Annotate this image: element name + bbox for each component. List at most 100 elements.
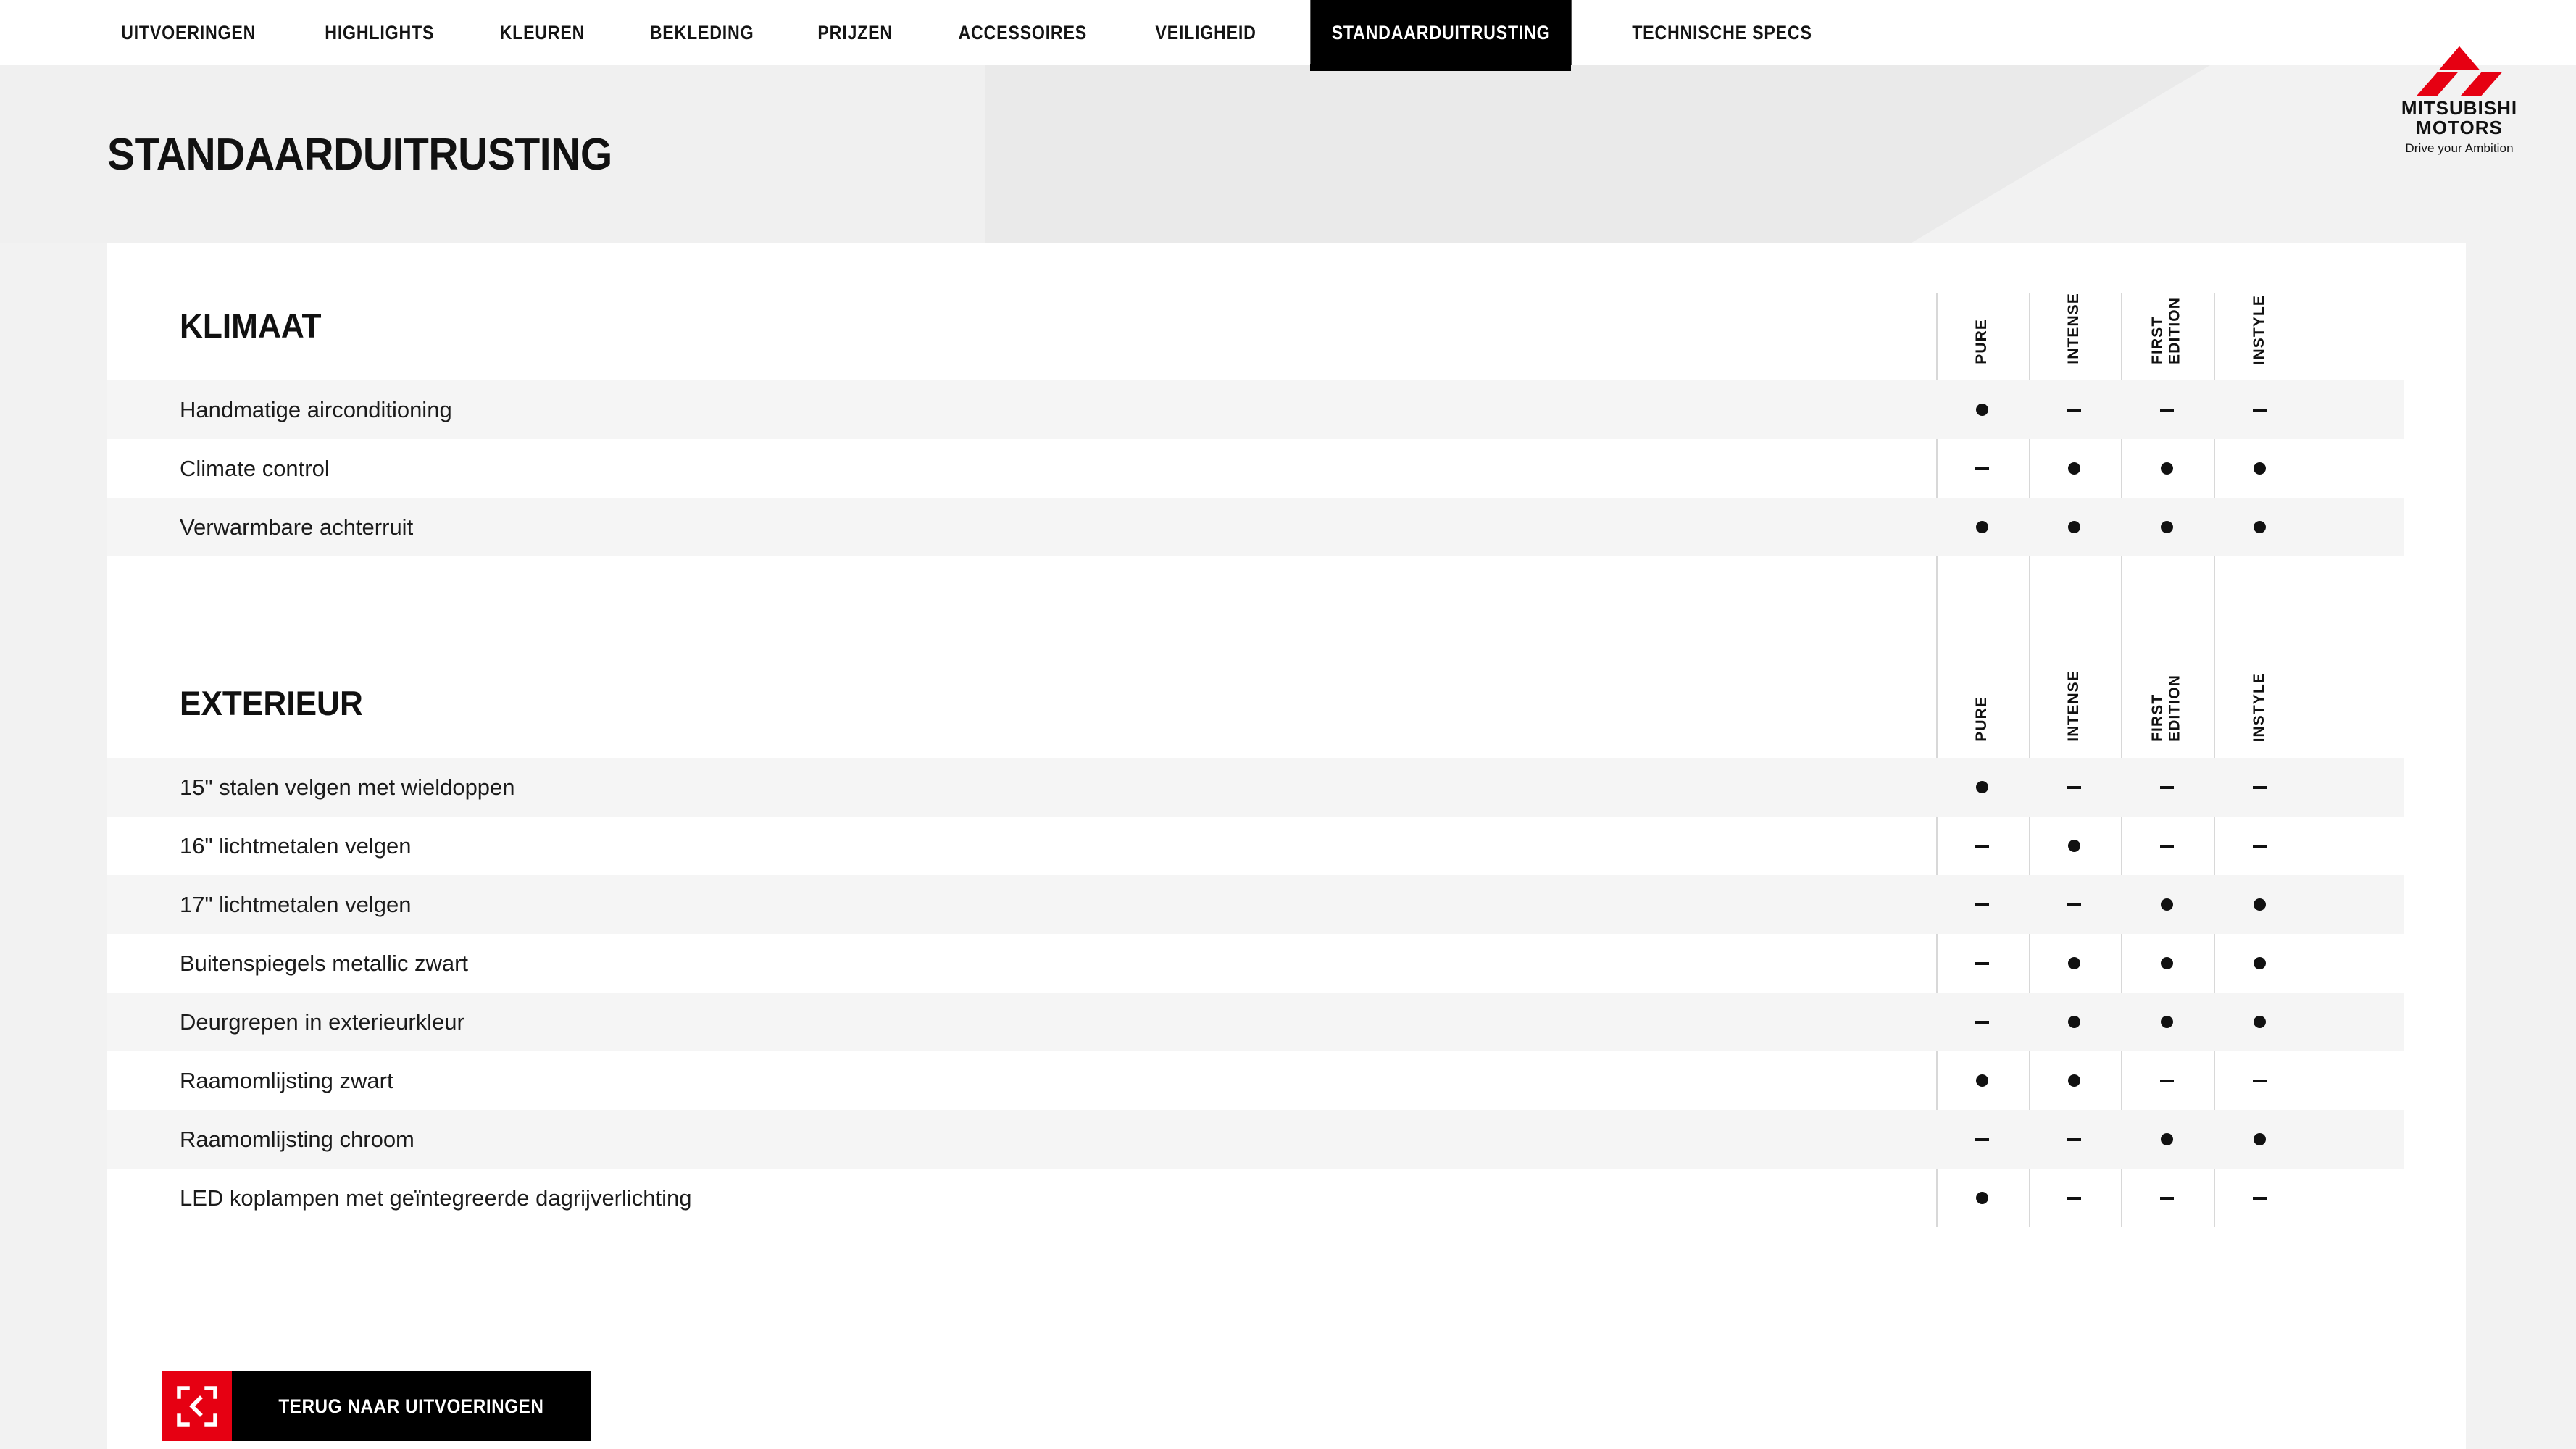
dash-icon xyxy=(1975,903,1989,906)
availability-cell xyxy=(2036,1110,2112,1169)
availability-cell xyxy=(2222,993,2297,1051)
dot-icon xyxy=(1975,1192,1988,1204)
availability-cell xyxy=(1944,817,2019,875)
nav-item-label: STANDAARDUITRUSTING xyxy=(1331,21,1551,43)
dash-icon xyxy=(1975,1020,1989,1024)
dash-icon xyxy=(2252,408,2267,412)
feature-values xyxy=(107,498,2404,556)
dash-icon xyxy=(1975,961,1989,965)
dot-icon xyxy=(1975,1074,1988,1087)
trim-header-first-edition: FIRST EDITION xyxy=(2129,297,2204,364)
feature-values xyxy=(107,1169,2404,1227)
trim-header-label: PURE xyxy=(1973,319,1991,364)
nav-item-prijzen[interactable]: PRIJZEN xyxy=(796,0,914,65)
nav-item-label: HIGHLIGHTS xyxy=(325,21,435,43)
dot-icon xyxy=(2253,1016,2266,1028)
availability-cell xyxy=(2222,934,2297,993)
availability-cell xyxy=(2036,380,2112,439)
back-chevron-frame-icon xyxy=(162,1371,232,1441)
table-row: Climate control xyxy=(107,439,2404,498)
availability-cell xyxy=(1944,1169,2019,1227)
availability-cell xyxy=(1944,934,2019,993)
availability-cell xyxy=(2129,498,2204,556)
mitsubishi-three-diamonds-icon xyxy=(2417,46,2502,96)
trim-header-label: INTENSE xyxy=(2065,293,2083,364)
page-root: UITVOERINGEN HIGHLIGHTS KLEUREN BEKLEDING PR… xyxy=(0,0,2576,1449)
dot-icon xyxy=(2253,957,2266,969)
availability-cell xyxy=(2036,1051,2112,1110)
dash-icon xyxy=(2252,1196,2267,1200)
dot-icon xyxy=(2160,1133,2173,1145)
trim-column-headers: PURE INTENSE FIRST EDITION INSTYLE xyxy=(107,620,2466,758)
table-row: Buitenspiegels metallic zwart xyxy=(107,934,2404,993)
table-row: 16" lichtmetalen velgen xyxy=(107,817,2404,875)
availability-cell xyxy=(2129,758,2204,817)
trim-header-pure: PURE xyxy=(1944,696,2019,742)
dot-icon xyxy=(2160,898,2173,911)
feature-values xyxy=(107,758,2404,817)
dot-icon xyxy=(2067,1016,2080,1028)
dash-icon xyxy=(2252,785,2267,789)
dot-icon xyxy=(2067,521,2080,533)
trim-header-pure: PURE xyxy=(1944,319,2019,364)
dash-icon xyxy=(2067,785,2081,789)
table-section-exterieur: EXTERIEUR PURE INTENSE FIRST EDITION INSTYLE… xyxy=(107,620,2466,1227)
nav-item-uitvoeringen[interactable]: UITVOERINGEN xyxy=(100,0,278,65)
dash-icon xyxy=(2159,408,2174,412)
availability-cell xyxy=(1944,875,2019,934)
trim-header-intense: INTENSE xyxy=(2036,670,2112,742)
nav-item-veiligheid[interactable]: VEILIGHEID xyxy=(1134,0,1277,65)
feature-values xyxy=(107,993,2404,1051)
table-row: Handmatige airconditioning xyxy=(107,380,2404,439)
nav-item-bekleding[interactable]: BEKLEDING xyxy=(628,0,775,65)
dot-icon xyxy=(2067,840,2080,852)
availability-cell xyxy=(2129,1051,2204,1110)
dot-icon xyxy=(2160,1016,2173,1028)
nav-item-standaarduitrusting[interactable]: STANDAARDUITRUSTING xyxy=(1309,0,1572,65)
active-tab-underline xyxy=(1309,64,1572,71)
feature-values xyxy=(107,875,2404,934)
table-section-klimaat: KLIMAAT PURE INTENSE FIRST EDITION INSTYLE Ha… xyxy=(107,243,2466,556)
availability-cell xyxy=(2222,498,2297,556)
table-row: 15" stalen velgen met wieldoppen xyxy=(107,758,2404,817)
nav-item-technische-specs[interactable]: TECHNISCHE SPECS xyxy=(1611,0,1833,65)
dash-icon xyxy=(2067,1137,2081,1141)
nav-item-label: VEILIGHEID xyxy=(1154,21,1256,43)
trim-header-instyle: INSTYLE xyxy=(2222,295,2297,364)
availability-cell xyxy=(2222,1110,2297,1169)
page-title: STANDAARDUITRUSTING xyxy=(107,130,612,180)
dot-icon xyxy=(2253,898,2266,911)
nav-item-list: UITVOERINGEN HIGHLIGHTS KLEUREN BEKLEDING PR… xyxy=(0,0,1851,65)
brand-logo[interactable]: MITSUBISHI MOTORS Drive your Ambition xyxy=(2390,42,2528,156)
nav-item-kleuren[interactable]: KLEUREN xyxy=(478,0,606,65)
availability-cell xyxy=(2222,380,2297,439)
availability-cell xyxy=(1944,993,2019,1051)
availability-cell xyxy=(2222,439,2297,498)
trim-header-label: INTENSE xyxy=(2065,670,2083,742)
dash-icon xyxy=(2252,844,2267,848)
availability-cell xyxy=(2129,817,2204,875)
availability-cell xyxy=(2129,875,2204,934)
brand-name-line1: MITSUBISHI xyxy=(2401,97,2518,119)
availability-cell xyxy=(2036,875,2112,934)
table-row: 17" lichtmetalen velgen xyxy=(107,875,2404,934)
dot-icon xyxy=(2253,462,2266,475)
trim-header-first-edition: FIRST EDITION xyxy=(2129,675,2204,742)
dash-icon xyxy=(2159,785,2174,789)
trim-header-label: PURE xyxy=(1973,696,1991,742)
back-to-versions-button[interactable]: TERUG NAAR UITVOERINGEN xyxy=(162,1371,591,1441)
nav-item-label: TECHNISCHE SPECS xyxy=(1631,21,1812,43)
nav-item-accessoires[interactable]: ACCESSOIRES xyxy=(937,0,1108,65)
trim-column-headers: PURE INTENSE FIRST EDITION INSTYLE xyxy=(107,243,2466,380)
availability-cell xyxy=(1944,758,2019,817)
dot-icon xyxy=(1975,781,1988,793)
nav-item-highlights[interactable]: HIGHLIGHTS xyxy=(304,0,455,65)
equipment-comparison-table: KLIMAAT PURE INTENSE FIRST EDITION INSTYLE Ha… xyxy=(107,243,2466,1227)
availability-cell xyxy=(2036,758,2112,817)
availability-cell xyxy=(2222,817,2297,875)
feature-values xyxy=(107,380,2404,439)
availability-cell xyxy=(1944,439,2019,498)
dash-icon xyxy=(2067,903,2081,906)
feature-values xyxy=(107,1110,2404,1169)
